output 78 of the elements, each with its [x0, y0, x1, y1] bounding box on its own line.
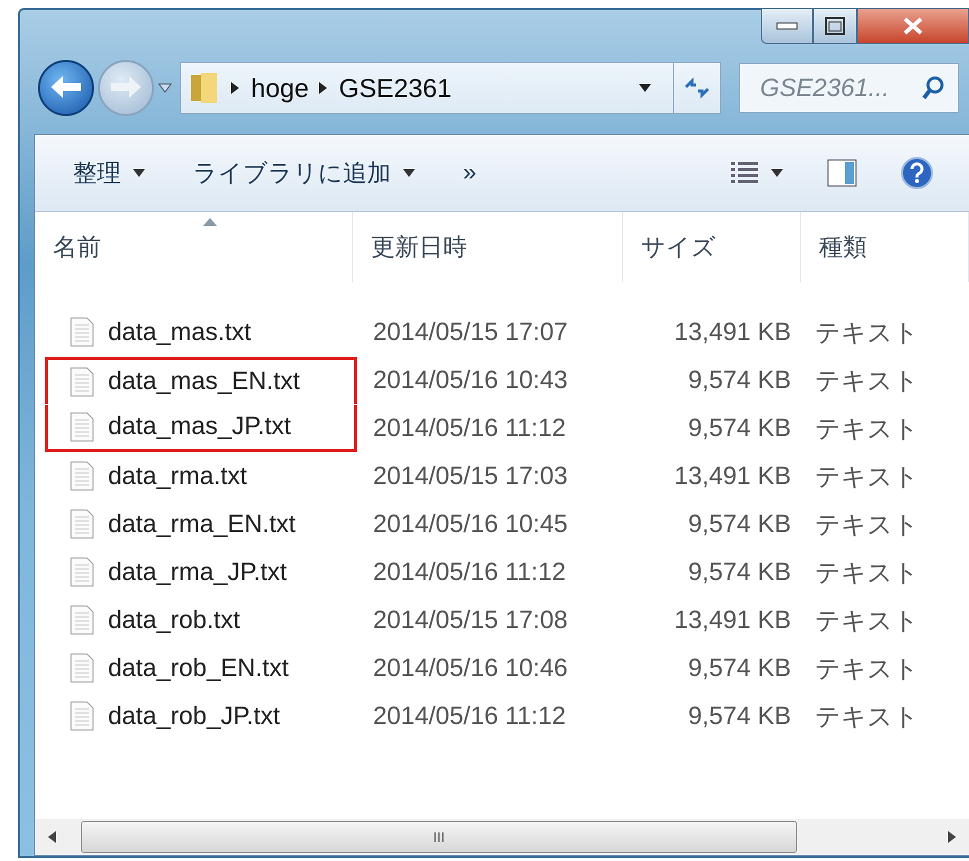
search-input[interactable]: GSE2361... — [758, 72, 922, 104]
modified-date: 2014/05/15 17:03 — [372, 462, 569, 490]
dropdown-icon[interactable] — [639, 84, 651, 92]
modified-date: 2014/05/16 11:12 — [372, 414, 567, 442]
file-type: テキスト — [814, 510, 920, 540]
scrollbar-thumb[interactable]: III — [81, 821, 797, 853]
history-dropdown-icon[interactable] — [158, 83, 172, 93]
more-button[interactable]: » — [463, 159, 476, 187]
file-size: 9,574 KB — [687, 702, 792, 730]
modified-date: 2014/05/16 11:12 — [372, 702, 567, 730]
scroll-left-icon[interactable] — [48, 831, 56, 843]
breadcrumb[interactable]: GSE2361 — [338, 72, 452, 104]
search-field[interactable]: GSE2361... — [739, 63, 959, 113]
modified-date: 2014/05/16 10:46 — [372, 654, 569, 682]
modified-date: 2014/05/15 17:08 — [372, 606, 569, 634]
modified-date: 2014/05/16 10:45 — [372, 510, 569, 538]
view-button[interactable] — [731, 162, 783, 184]
dropdown-icon — [403, 169, 415, 177]
file-type: テキスト — [814, 462, 920, 492]
file-type: テキスト — [814, 606, 920, 636]
file-name[interactable]: data_rma_JP.txt — [108, 558, 287, 586]
file-type: テキスト — [814, 558, 920, 588]
file-type: テキスト — [814, 654, 920, 684]
file-type: テキスト — [814, 366, 920, 396]
text-file-icon — [70, 653, 94, 683]
file-type: テキスト — [814, 318, 920, 348]
file-name[interactable]: data_rob_JP.txt — [108, 702, 280, 730]
text-file-icon — [70, 605, 94, 635]
column-header[interactable]: 更新日時 — [353, 212, 623, 282]
address-bar[interactable]: hoge GSE2361 — [180, 62, 721, 114]
help-icon[interactable] — [901, 157, 933, 189]
file-name[interactable]: data_rma_EN.txt — [108, 510, 296, 538]
breadcrumb-arrow-icon — [318, 82, 327, 94]
file-size: 9,574 KB — [687, 510, 792, 538]
file-size: 9,574 KB — [687, 558, 792, 586]
minimize-icon — [776, 22, 798, 30]
file-size: 9,574 KB — [687, 654, 792, 682]
breadcrumb[interactable]: hoge — [251, 72, 309, 104]
search-icon[interactable] — [922, 76, 944, 100]
scroll-right-icon[interactable] — [948, 831, 956, 843]
text-file-icon — [70, 509, 94, 539]
dropdown-icon — [771, 169, 783, 177]
column-header[interactable]: 名前 — [35, 212, 353, 282]
minimize-button[interactable] — [761, 8, 813, 44]
file-size: 13,491 KB — [673, 462, 792, 490]
close-icon — [903, 17, 923, 35]
column-header[interactable]: 種類 — [801, 212, 969, 282]
file-size: 9,574 KB — [687, 414, 792, 442]
breadcrumb-arrow-icon — [231, 82, 239, 94]
close-button[interactable] — [857, 8, 969, 44]
modified-date: 2014/05/15 17:07 — [372, 318, 569, 346]
column-header[interactable]: サイズ — [623, 212, 801, 282]
dropdown-icon — [133, 169, 145, 177]
file-name[interactable]: data_rob_EN.txt — [108, 654, 289, 682]
file-name[interactable]: data_mas.txt — [108, 318, 252, 346]
toolbar-menu[interactable]: 整理 — [73, 157, 145, 189]
modified-date: 2014/05/16 10:43 — [372, 366, 569, 394]
text-file-icon — [70, 317, 94, 347]
file-type: テキスト — [814, 702, 920, 732]
text-file-icon — [70, 366, 94, 396]
maximize-button[interactable] — [813, 8, 857, 44]
left-arrow-icon — [49, 74, 83, 100]
text-file-icon — [70, 701, 94, 731]
file-name[interactable]: data_rob.txt — [108, 606, 240, 634]
right-arrow-icon — [109, 74, 143, 100]
file-size: 9,574 KB — [687, 366, 792, 394]
toolbar-menu[interactable]: ライブラリに追加 — [193, 157, 415, 189]
preview-pane-icon[interactable] — [827, 159, 857, 187]
file-type: テキスト — [814, 414, 920, 444]
modified-date: 2014/05/16 11:12 — [372, 558, 567, 586]
text-file-icon — [70, 461, 94, 491]
file-size: 13,491 KB — [673, 318, 792, 346]
maximize-icon — [825, 17, 845, 35]
text-file-icon — [70, 557, 94, 587]
file-name[interactable]: data_rma.txt — [108, 462, 247, 490]
file-size: 13,491 KB — [673, 606, 792, 634]
text-file-icon — [70, 412, 94, 442]
refresh-icon[interactable] — [684, 77, 710, 99]
